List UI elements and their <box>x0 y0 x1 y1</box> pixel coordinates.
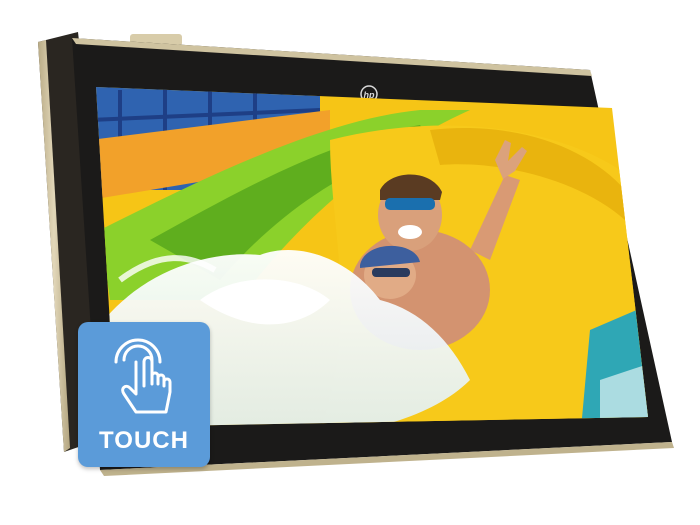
touch-label: TOUCH <box>99 427 189 454</box>
product-image: hp TOUCH <box>0 0 700 525</box>
touch-badge: TOUCH <box>78 322 210 467</box>
touch-hand-icon <box>114 338 172 414</box>
